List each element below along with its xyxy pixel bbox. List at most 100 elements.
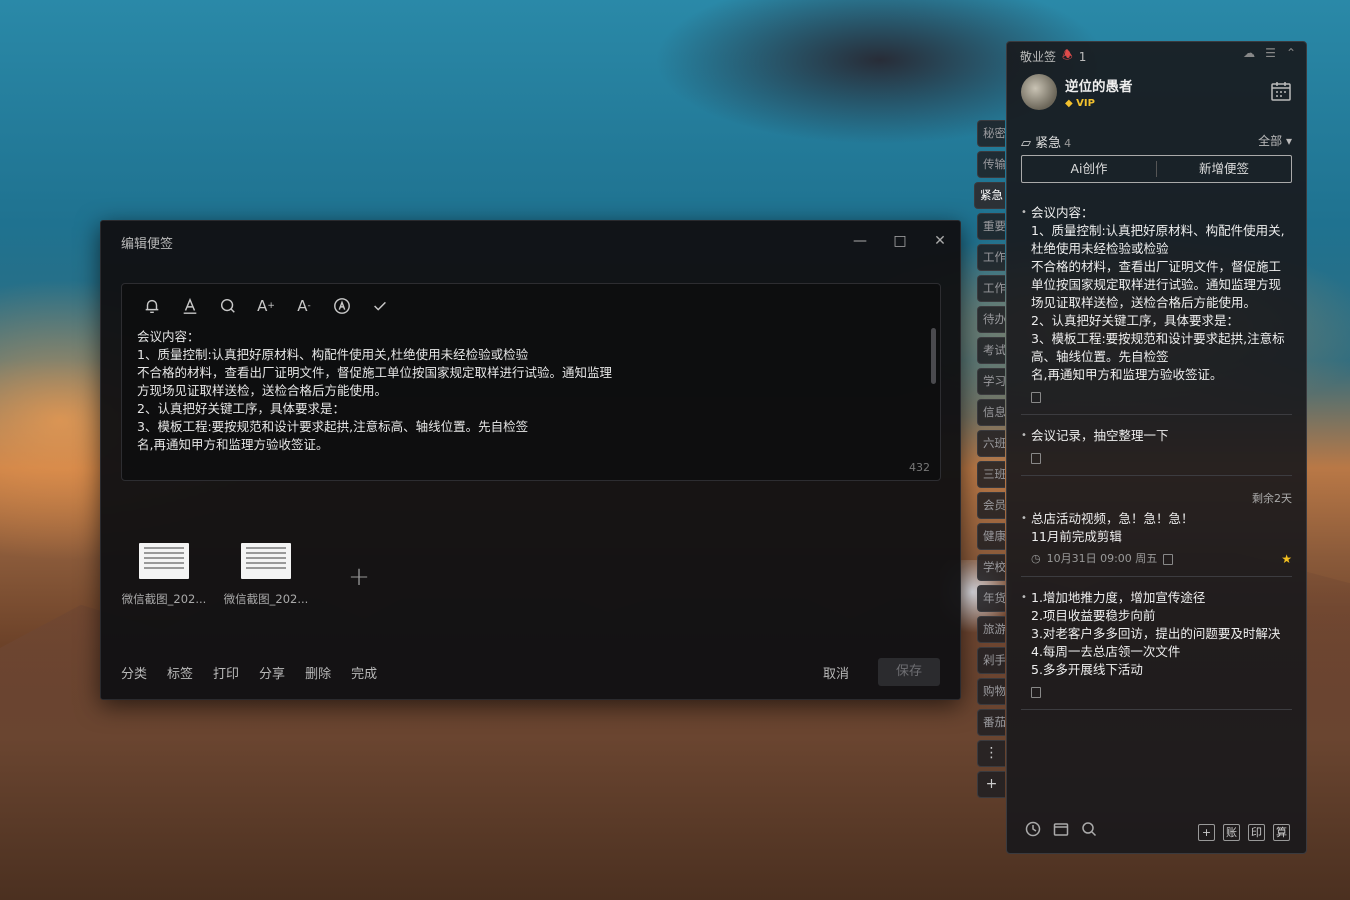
tab-health[interactable]: 健康 (977, 523, 1005, 550)
tab-shopping[interactable]: 购物 (977, 678, 1005, 705)
tab-work-2[interactable]: 工作 (977, 275, 1005, 302)
minimize-icon[interactable]: — (850, 231, 870, 251)
check-icon[interactable] (368, 294, 392, 318)
search-icon[interactable] (216, 294, 240, 318)
divider (1021, 576, 1292, 577)
attachment-item[interactable]: 微信截图_202... (223, 543, 309, 607)
list-item[interactable]: 1.增加地推力度，增加宣传途径 2.项目收益要稳步向前 3.对老客户多多回访，提… (1021, 589, 1292, 699)
print-button[interactable]: 打印 (213, 663, 239, 682)
list-item[interactable]: 会议记录，抽空整理一下 (1021, 427, 1292, 465)
image-thumbnail (139, 543, 189, 579)
tag-button[interactable]: 标签 (167, 663, 193, 682)
panel-footer-left (1025, 821, 1097, 841)
note-text: 1.增加地推力度，增加宣传途径 2.项目收益要稳步向前 3.对老客户多多回访，提… (1031, 590, 1281, 677)
tab-important[interactable]: 重要 (977, 213, 1005, 240)
tab-urgent[interactable]: 紧急 (974, 182, 1005, 209)
attachment-item[interactable]: 微信截图_202... (121, 543, 207, 607)
menu-icon[interactable]: ☰ (1265, 46, 1276, 60)
panel-window-icons: ☁ ☰ ⌃ (1243, 46, 1296, 60)
reminder-count: 1 (1078, 49, 1087, 64)
add-attachment-icon[interactable]: + (339, 557, 379, 597)
font-larger-icon[interactable]: A + (254, 294, 278, 318)
user-profile[interactable]: 逆位的愚者 ◆ VIP (1021, 74, 1133, 110)
ai-create-button[interactable]: Ai创作 (1022, 161, 1157, 177)
tab-shopping-spree[interactable]: 剁手 (977, 647, 1005, 674)
tab-work[interactable]: 工作 (977, 244, 1005, 271)
panel-header: 敬业签 🕭 1 (1020, 46, 1086, 67)
tab-exam[interactable]: 考试 (977, 337, 1005, 364)
ledger-button[interactable]: 账 (1223, 824, 1240, 841)
category-header: ▱ 紧急 4 全部 ▾ (1021, 132, 1292, 151)
panel-footer-right: + 账 印 算 (1198, 824, 1290, 841)
calendar-small-icon[interactable] (1053, 821, 1069, 841)
cloud-sync-icon[interactable]: ☁ (1243, 46, 1255, 60)
sticky-panel: 敬业签 🕭 1 ☁ ☰ ⌃ 逆位的愚者 ◆ VIP ▱ 紧急 4 全部 ▾ Ai创… (1006, 41, 1307, 854)
attachment-icon (1031, 686, 1041, 698)
divider (1021, 709, 1292, 710)
share-button[interactable]: 分享 (259, 663, 285, 682)
tab-transfer[interactable]: 传输 (977, 151, 1005, 178)
editor-area[interactable]: A + A- 会议内容： 1、质量控制:认真把好原材料、构配件使用关,杜绝使用未经… (121, 283, 941, 481)
collapse-icon[interactable]: ⌃ (1286, 46, 1296, 60)
tab-school[interactable]: 学校 (977, 554, 1005, 581)
calendar-icon[interactable] (1270, 80, 1292, 102)
tab-info[interactable]: 信息 (977, 399, 1005, 426)
window-controls: — □ ✕ (850, 231, 950, 251)
edit-note-window: 编辑便签 — □ ✕ A + A- 会议内容： 1、质量控制:认真把好原材料、构… (100, 220, 961, 700)
tab-member[interactable]: 会员 (977, 492, 1005, 519)
format-toolbar: A + A- (140, 294, 392, 318)
bell-icon[interactable] (140, 294, 164, 318)
history-icon[interactable] (1025, 821, 1041, 841)
save-button[interactable]: 保存 (878, 658, 940, 686)
divider (1021, 414, 1292, 415)
search-icon[interactable] (1081, 821, 1097, 841)
attachment-name: 微信截图_202... (223, 592, 309, 606)
delete-button[interactable]: 删除 (305, 663, 331, 682)
note-text: 总店活动视频，急！急！急！ 11月前完成剪辑 (1031, 511, 1194, 544)
filter-dropdown[interactable]: 全部 ▾ (1258, 132, 1292, 149)
attachment-icon (1163, 553, 1174, 565)
clock-icon: ◷ (1031, 552, 1041, 565)
complete-button[interactable]: 完成 (351, 663, 377, 682)
clear-format-icon[interactable] (330, 294, 354, 318)
divider (1021, 475, 1292, 476)
tab-tomato[interactable]: 番茄 (977, 709, 1005, 736)
editor-scrollbar[interactable] (931, 328, 936, 384)
tab-class-three[interactable]: 三班 (977, 461, 1005, 488)
tab-new-year-goods[interactable]: 年货 (977, 585, 1005, 612)
print-button[interactable]: 印 (1248, 824, 1265, 841)
tab-class-six[interactable]: 六班 (977, 430, 1005, 457)
list-item[interactable]: 会议内容： 1、质量控制:认真把好原材料、构配件使用关,杜绝使用未经检验或检验 … (1021, 204, 1292, 404)
font-smaller-icon[interactable]: A- (292, 294, 316, 318)
vip-badge: ◆ VIP (1065, 98, 1095, 109)
reminder-meta: ◷ 10月31日 09:00 周五 ★ (1031, 552, 1292, 566)
maximize-icon[interactable]: □ (890, 231, 910, 251)
tab-study[interactable]: 学习 (977, 368, 1005, 395)
close-icon[interactable]: ✕ (930, 231, 950, 251)
add-note-icon[interactable]: + (1198, 824, 1215, 841)
font-color-icon[interactable] (178, 294, 202, 318)
more-tabs-icon[interactable]: ⋮ (977, 740, 1005, 767)
category-count: 4 (1064, 137, 1072, 150)
note-text: 会议记录，抽空整理一下 (1031, 428, 1169, 443)
add-tab-icon[interactable]: + (977, 771, 1005, 798)
star-icon[interactable]: ★ (1281, 550, 1292, 568)
remaining-days: 剩余2天 (1252, 492, 1292, 505)
list-item[interactable]: 剩余2天 总店活动视频，急！急！急！ 11月前完成剪辑 ◷ 10月31日 09:… (1021, 492, 1292, 566)
tab-todo[interactable]: 待办 (977, 306, 1005, 333)
cancel-button[interactable]: 取消 (823, 663, 849, 682)
calculator-button[interactable]: 算 (1273, 824, 1290, 841)
attachment-name: 微信截图_202... (121, 592, 207, 606)
action-bar: 分类 标签 打印 分享 删除 完成 (121, 663, 377, 682)
avatar[interactable] (1021, 74, 1057, 110)
category-name: 紧急 (1035, 136, 1062, 151)
category-button[interactable]: 分类 (121, 663, 147, 682)
attachment-icon (1031, 391, 1041, 403)
reminder-bell-icon[interactable]: 🕭 (1062, 46, 1073, 67)
bookmark-icon: ▱ (1021, 136, 1031, 151)
tab-travel[interactable]: 旅游 (977, 616, 1005, 643)
username: 逆位的愚者 (1065, 79, 1133, 95)
note-content[interactable]: 会议内容： 1、质量控制:认真把好原材料、构配件使用关,杜绝使用未经检验或检验 … (137, 328, 657, 454)
new-note-button[interactable]: 新增便签 (1157, 156, 1291, 182)
tab-secret[interactable]: 秘密 (977, 120, 1005, 147)
